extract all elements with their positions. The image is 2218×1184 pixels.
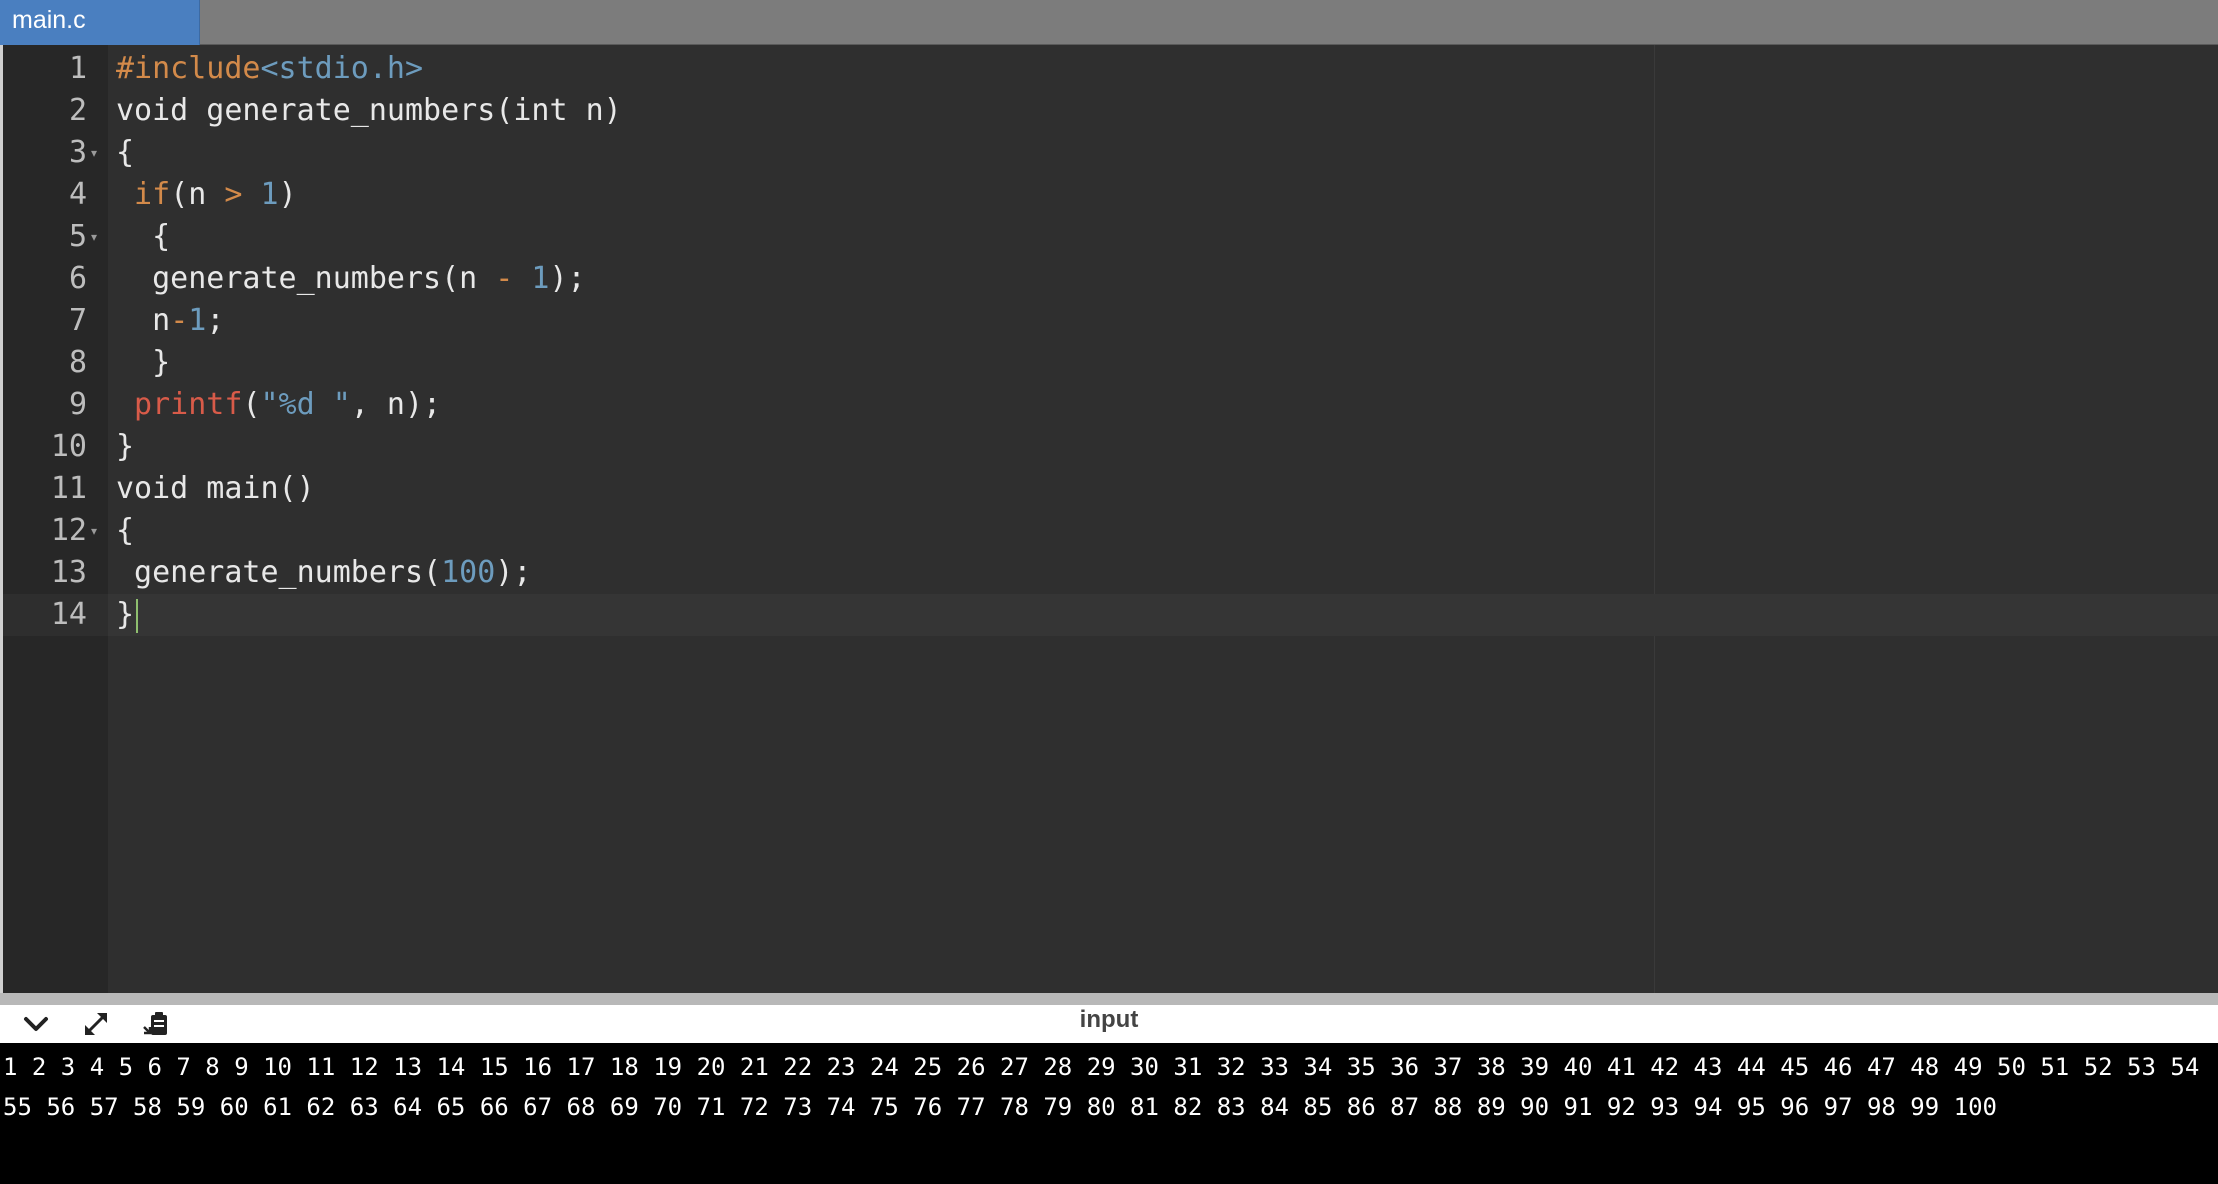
code-token: 100 [441, 555, 496, 590]
tab-bar: main.c [0, 0, 2218, 45]
line-number: 1 [68, 51, 87, 86]
expand-button[interactable] [78, 1009, 114, 1039]
code-token: ); [549, 261, 586, 296]
print-margin [1654, 45, 1655, 993]
code-token: (n [170, 177, 225, 212]
code-line[interactable]: void main() [116, 468, 315, 510]
code-line[interactable]: } [116, 594, 139, 636]
fold-toggle-icon[interactable]: ▾ [91, 216, 105, 258]
collapse-button[interactable] [18, 1009, 54, 1039]
code-line[interactable]: { [116, 216, 170, 258]
code-token: - [495, 261, 514, 296]
panel-splitter[interactable] [0, 993, 2218, 1005]
line-number: 5 [68, 219, 87, 254]
line-number: 3 [68, 135, 87, 170]
code-token: { [116, 219, 171, 254]
code-token: ; [206, 303, 225, 338]
fold-toggle-icon[interactable]: ▾ [91, 132, 105, 174]
code-token: #include [116, 51, 261, 86]
code-token: 1 [188, 303, 207, 338]
code-line[interactable]: } [116, 342, 170, 384]
line-number: 6 [68, 261, 87, 296]
code-line[interactable]: generate_numbers(100); [116, 552, 531, 594]
line-number: 11 [50, 471, 87, 506]
code-token: n [116, 303, 171, 338]
clipboard-icon [143, 1012, 167, 1035]
line-number: 12 [50, 513, 87, 548]
code-token: ) [278, 177, 297, 212]
code-line[interactable]: if(n > 1) [116, 174, 297, 216]
text-cursor [136, 598, 139, 633]
code-token: } [116, 345, 171, 380]
code-token: { [116, 513, 135, 548]
code-token: generate_numbers( [116, 555, 442, 590]
line-number: 4 [68, 177, 87, 212]
expand-icon [85, 1013, 107, 1035]
code-line[interactable]: n-1; [116, 300, 224, 342]
code-token: - [170, 303, 189, 338]
code-line[interactable]: } [116, 426, 134, 468]
panel-header: input [0, 1005, 2218, 1043]
code-token: <stdio.h> [260, 51, 424, 86]
line-number-gutter: 1 2 3 ▾ 4 5 ▾ 6 7 8 9 10 11 12 ▾ 13 14 [0, 45, 111, 993]
code-token: generate_numbers(n [116, 261, 496, 296]
code-line[interactable]: generate_numbers(n - 1); [116, 258, 586, 300]
code-token: ); [495, 555, 532, 590]
line-number: 13 [50, 555, 87, 590]
code-token: { [116, 135, 135, 170]
code-token: 1 [513, 261, 550, 296]
chevron-down-icon [24, 1017, 48, 1031]
tab-main-c[interactable]: main.c [0, 0, 200, 45]
code-token: "%d " [260, 387, 351, 422]
code-token: ( [242, 387, 261, 422]
code-token: 1 [242, 177, 279, 212]
code-token: void generate_numbers(int n) [116, 93, 622, 128]
code-token: } [116, 429, 135, 464]
code-token: if [116, 177, 171, 212]
line-number: 14 [50, 597, 87, 632]
line-number: 9 [68, 387, 87, 422]
code-token: void main() [116, 471, 315, 506]
panel-title: input [1079, 1006, 1139, 1033]
code-line[interactable]: void generate_numbers(int n) [116, 90, 622, 132]
line-number: 10 [50, 429, 87, 464]
line-number: 2 [68, 93, 87, 128]
line-number: 8 [68, 345, 87, 380]
program-output: 1 2 3 4 5 6 7 8 9 10 11 12 13 14 15 16 1… [0, 1043, 2218, 1184]
active-line-highlight [108, 594, 2218, 636]
fold-toggle-icon[interactable]: ▾ [91, 510, 105, 552]
code-editor[interactable]: 1 2 3 ▾ 4 5 ▾ 6 7 8 9 10 11 12 ▾ 13 14 #include<stdio.h>… [0, 45, 2218, 993]
code-line[interactable]: printf("%d ", n); [116, 384, 441, 426]
code-line[interactable]: #include<stdio.h> [116, 48, 423, 90]
copy-output-button[interactable] [138, 1009, 174, 1039]
line-number: 7 [68, 303, 87, 338]
code-token: > [224, 177, 243, 212]
code-token: printf [116, 387, 243, 422]
code-line[interactable]: { [116, 132, 134, 174]
code-token: } [116, 597, 135, 632]
code-token: , n); [350, 387, 442, 422]
code-line[interactable]: { [116, 510, 134, 552]
